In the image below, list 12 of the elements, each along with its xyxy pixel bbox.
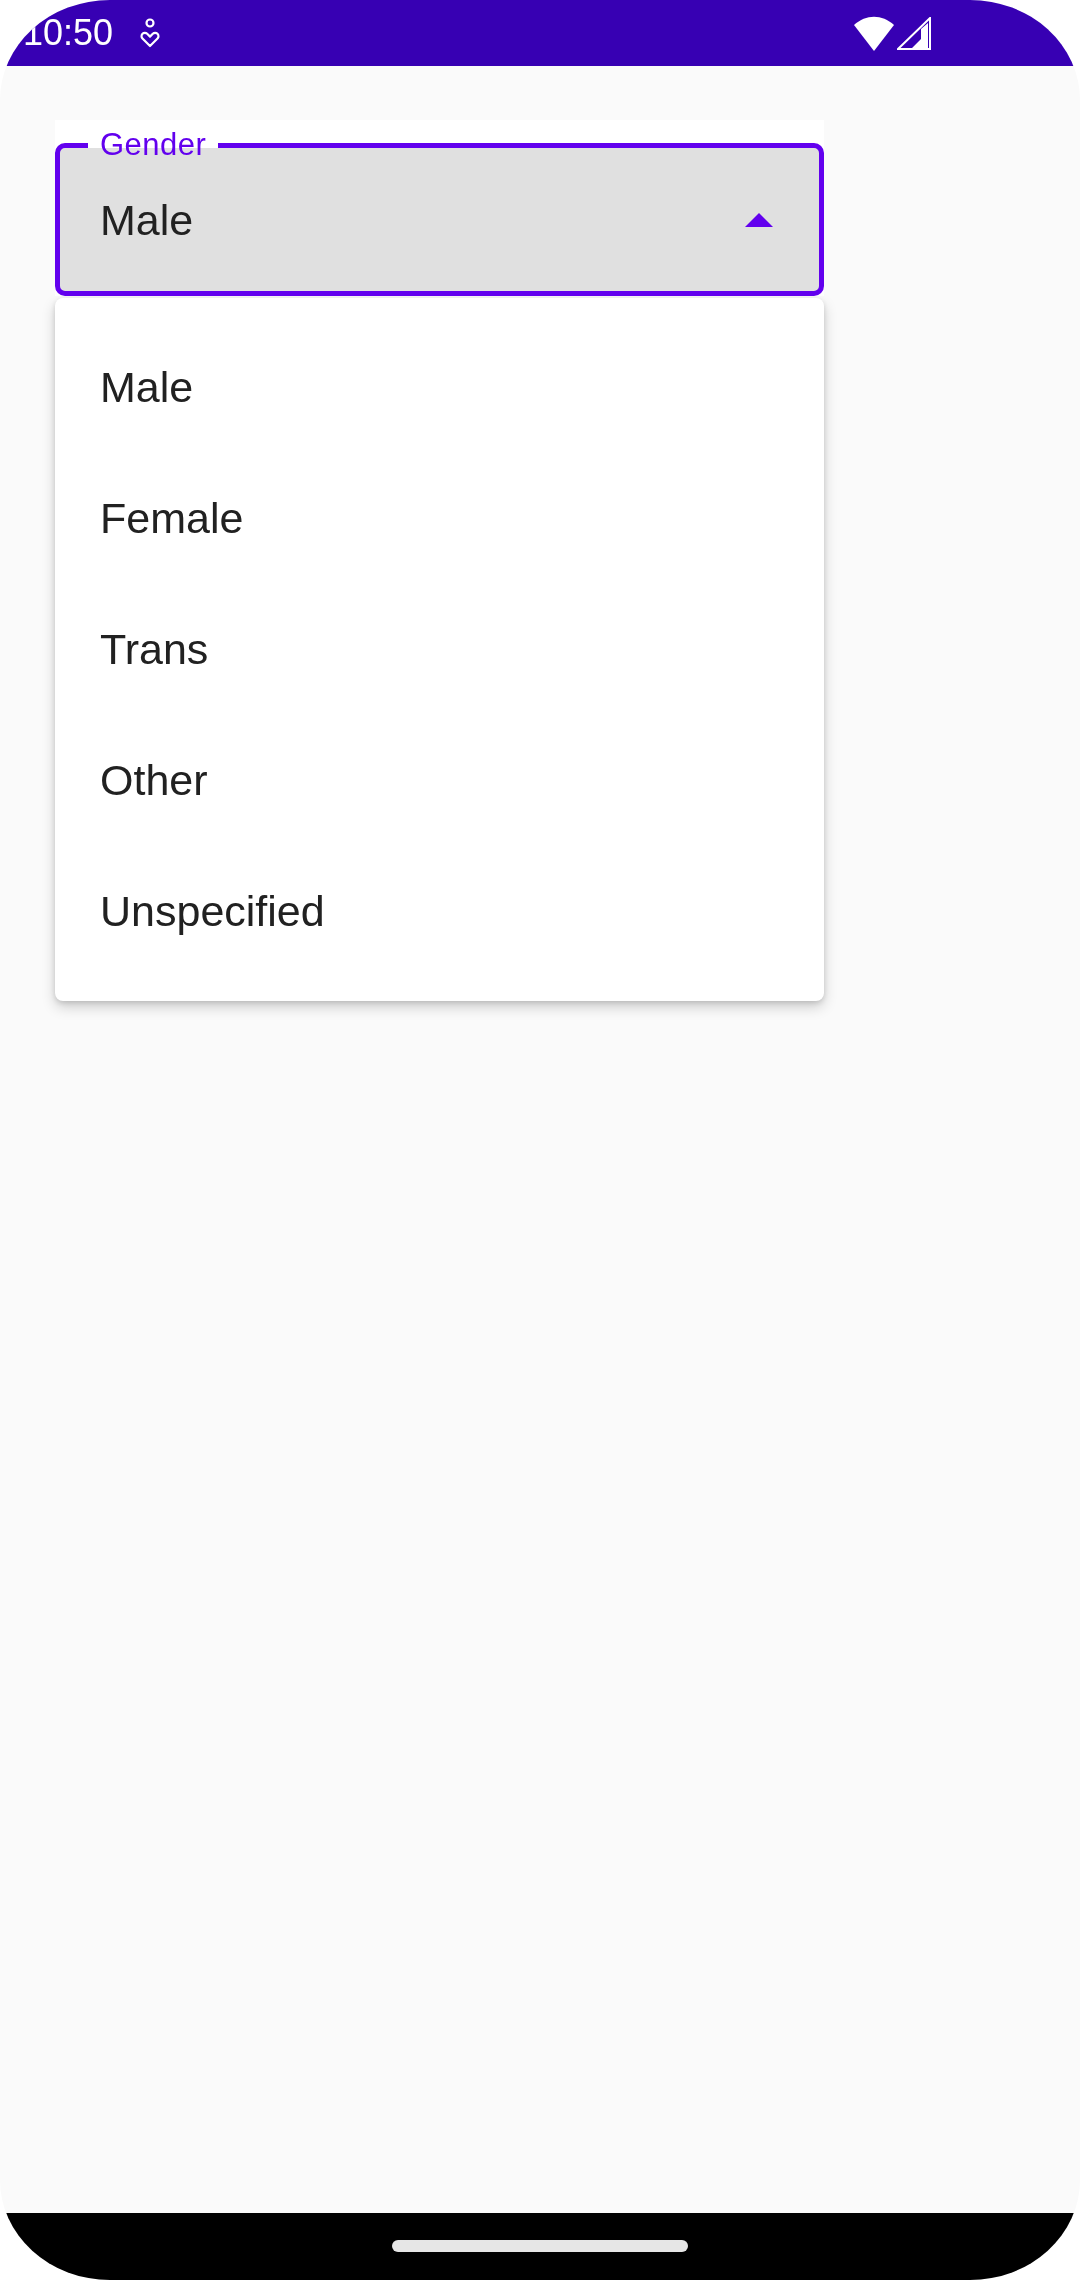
menu-item[interactable]: Female [55,453,824,584]
menu-item[interactable]: Male [55,322,824,453]
menu-item[interactable]: Trans [55,584,824,715]
person-heart-icon [140,18,161,48]
wifi-icon [854,15,894,51]
menu-item[interactable]: Unspecified [55,846,824,977]
selected-value: Male [100,194,195,245]
gesture-handle[interactable] [392,2240,688,2252]
dropdown-field[interactable]: Gender Male [55,120,824,296]
menu-item[interactable]: Other [55,715,824,846]
signal-icon [897,16,931,50]
caret-icon[interactable] [745,212,773,227]
